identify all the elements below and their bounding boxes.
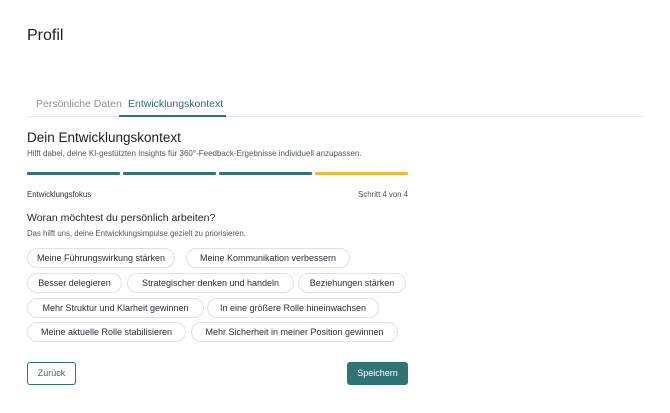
question-subtitle: Das hilft uns, deine Entwicklungsimpulse… [27,229,246,238]
option-chip-strategic[interactable]: Strategischer denken und handeln [127,273,294,293]
option-chip-stabilize-role[interactable]: Meine aktuelle Rolle stabilisieren [27,322,186,342]
option-chip-structure[interactable]: Mehr Struktur und Klarheit gewinnen [27,298,204,318]
back-button[interactable]: Zurück [27,362,76,385]
tab-personal-data[interactable]: Persönliche Daten [36,96,122,117]
question-title: Woran möchtest du persönlich arbeiten? [27,212,216,224]
step-progress-bar [27,172,408,175]
step-indicator: Schritt 4 von 4 [358,190,408,199]
section-subtitle: Hilft dabei, deine KI-gestützten Insight… [27,149,362,158]
save-button[interactable]: Speichern [347,362,408,385]
section-title: Dein Entwicklungskontext [27,130,181,145]
option-chip-delegate[interactable]: Besser delegieren [27,273,122,293]
option-chip-leadership[interactable]: Meine Führungswirkung stärken [27,248,175,268]
progress-segment-3 [219,172,312,175]
option-chip-confidence[interactable]: Mehr Sicherheit in meiner Position gewin… [191,322,398,342]
progress-label: Entwicklungsfokus [27,190,92,199]
progress-segment-2 [123,172,216,175]
tab-development-context[interactable]: Entwicklungskontext [119,96,226,117]
option-chip-communication[interactable]: Meine Kommunikation verbessern [186,248,350,268]
page-title: Profil [27,27,64,44]
option-chip-bigger-role[interactable]: In eine größere Rolle hineinwachsen [207,298,379,318]
progress-segment-1 [27,172,120,175]
progress-segment-4 [315,172,408,175]
tab-bar: Persönliche Daten Entwicklungskontext [27,96,642,117]
option-chip-relationships[interactable]: Beziehungen stärken [298,273,406,293]
